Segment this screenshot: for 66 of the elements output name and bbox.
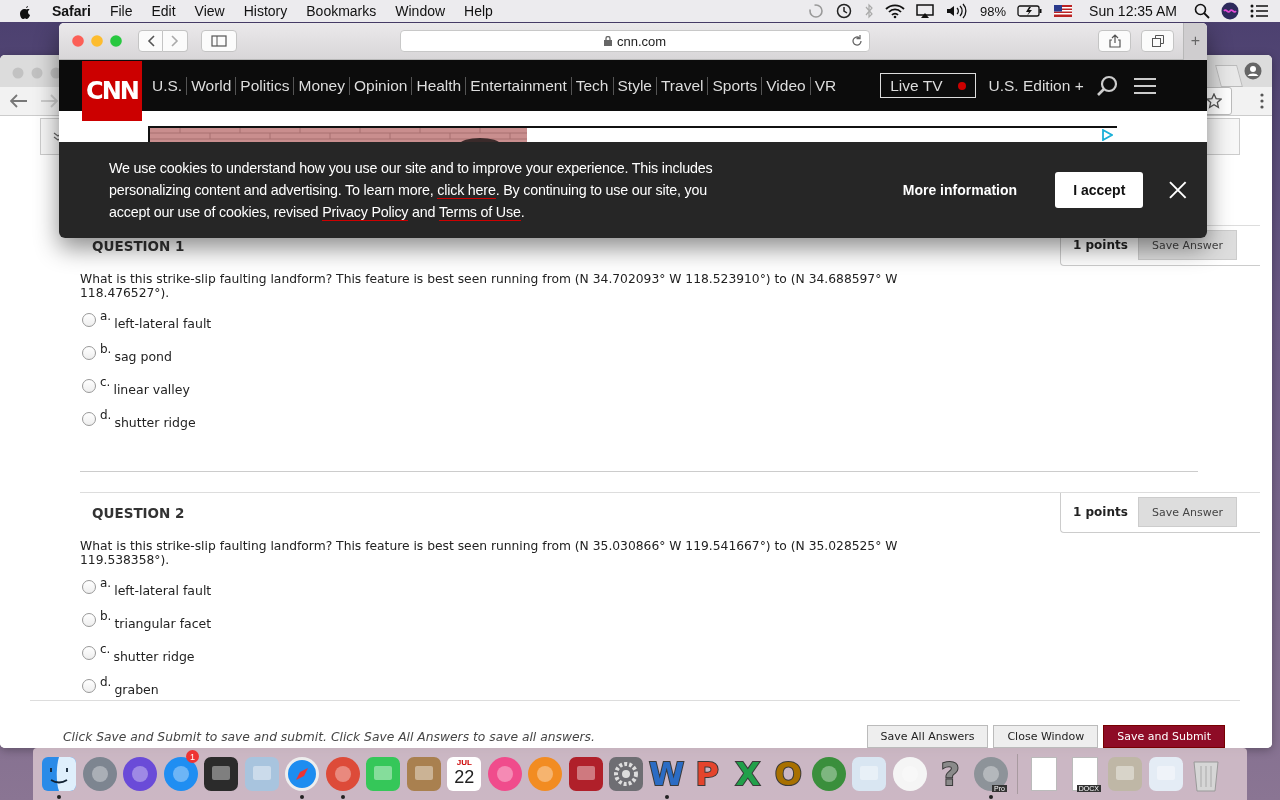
points-label: 1 points <box>1073 505 1128 519</box>
nav-link[interactable]: Tech <box>575 76 609 95</box>
option-letter: a. <box>100 309 112 323</box>
live-tv-button[interactable]: Live TV <box>880 73 977 98</box>
instructions-text: Click Save and Submit to save and submit. Click Save All Answers to save all answers. <box>63 730 595 744</box>
nav-link[interactable]: Politics <box>240 76 290 95</box>
option-label[interactable]: left-lateral fault <box>114 311 212 331</box>
calendar-month: JUL <box>456 758 472 767</box>
question-title: QUESTION 2 <box>91 504 185 521</box>
nav-link[interactable]: Money <box>298 76 345 95</box>
nav-link[interactable]: World <box>191 76 232 95</box>
menu-item[interactable]: Help <box>464 3 493 19</box>
menu-item[interactable]: Safari <box>52 3 91 19</box>
option-label[interactable]: sag pond <box>114 344 172 364</box>
submit-button[interactable]: Save and Submit <box>1103 725 1225 748</box>
logo[interactable]: CNN <box>82 61 142 121</box>
link[interactable]: Privacy Policy <box>322 204 409 221</box>
edition-link[interactable]: U.S. Edition + <box>988 76 1084 95</box>
nav-link[interactable]: Entertainment <box>470 76 567 95</box>
option-label[interactable]: linear valley <box>113 377 190 397</box>
menu-item[interactable]: Bookmarks <box>306 3 377 19</box>
points-label: 1 points <box>1073 238 1128 252</box>
nav-link[interactable]: U.S. <box>152 76 183 95</box>
question-text: What is this strike-slip faulting landform? This feature is best seen running from (N 35.030866° W 119.541667°) to (N 35.028525° W 119.538358°). <box>80 539 899 567</box>
option-letter: c. <box>100 375 111 389</box>
option-label[interactable]: graben <box>114 677 159 697</box>
menu-item[interactable]: Edit <box>151 3 176 19</box>
nav-link[interactable]: Health <box>416 76 462 95</box>
nav-link[interactable]: VR <box>814 76 837 95</box>
menu-item[interactable]: Window <box>395 3 446 19</box>
link[interactable]: click here <box>437 182 496 199</box>
battery-percentage: 98% <box>980 3 1007 19</box>
menu-item[interactable]: View <box>194 3 225 19</box>
option-letter: b. <box>100 342 112 356</box>
option-letter: d. <box>100 408 112 422</box>
question-title: QUESTION 1 <box>91 237 185 254</box>
option-letter: b. <box>100 609 112 623</box>
nav-link[interactable]: Opinion <box>354 76 408 95</box>
nav-link[interactable]: Sports <box>712 76 758 95</box>
option-label[interactable]: triangular facet <box>114 611 212 631</box>
save-answer-button[interactable]: Save Answer <box>1137 497 1237 527</box>
notification-badge: 1 <box>186 750 199 763</box>
calendar-icon[interactable]: JUL 22 <box>447 757 482 791</box>
option-label[interactable]: shutter ridge <box>114 410 196 430</box>
menu-item[interactable]: File <box>109 3 133 19</box>
footer-button[interactable]: Save All Answers <box>866 725 989 748</box>
cookie-message: We use cookies to understand how you use our site and to improve your experience. This includes personalizing content and advertising. To learn more, click here. By continuing to use our site, you accept our use of cookies, revised Privacy Policy and Terms of Use. <box>109 159 714 223</box>
option-letter: a. <box>100 576 112 590</box>
link[interactable]: Terms of Use <box>438 204 521 221</box>
new-tab-button[interactable]: + <box>1183 23 1207 60</box>
address-field[interactable]: cnn.com <box>400 30 870 52</box>
question-text: What is this strike-slip faulting landform? This feature is best seen running from (N 34.702093° W 118.523910°) to (N 34.688597° W 118.476527°). <box>80 272 899 300</box>
nav-link[interactable]: Travel <box>660 76 704 95</box>
calendar-day: 22 <box>454 767 475 787</box>
more-information-link[interactable]: More information <box>902 182 1018 198</box>
menu-item[interactable]: History <box>243 3 288 19</box>
footer-button[interactable]: Close Window <box>993 725 1099 748</box>
nav-link[interactable]: Style <box>617 76 652 95</box>
nav-link[interactable]: Video <box>766 76 806 95</box>
option-letter: d. <box>100 675 112 689</box>
url-text: cnn.com <box>616 33 667 49</box>
accept-button[interactable]: I accept <box>1055 172 1144 208</box>
clock-text[interactable]: Sun 12:35 AM <box>1089 3 1177 19</box>
option-label[interactable]: left-lateral fault <box>114 578 212 598</box>
option-letter: c. <box>100 642 111 656</box>
option-label[interactable]: shutter ridge <box>113 644 195 664</box>
